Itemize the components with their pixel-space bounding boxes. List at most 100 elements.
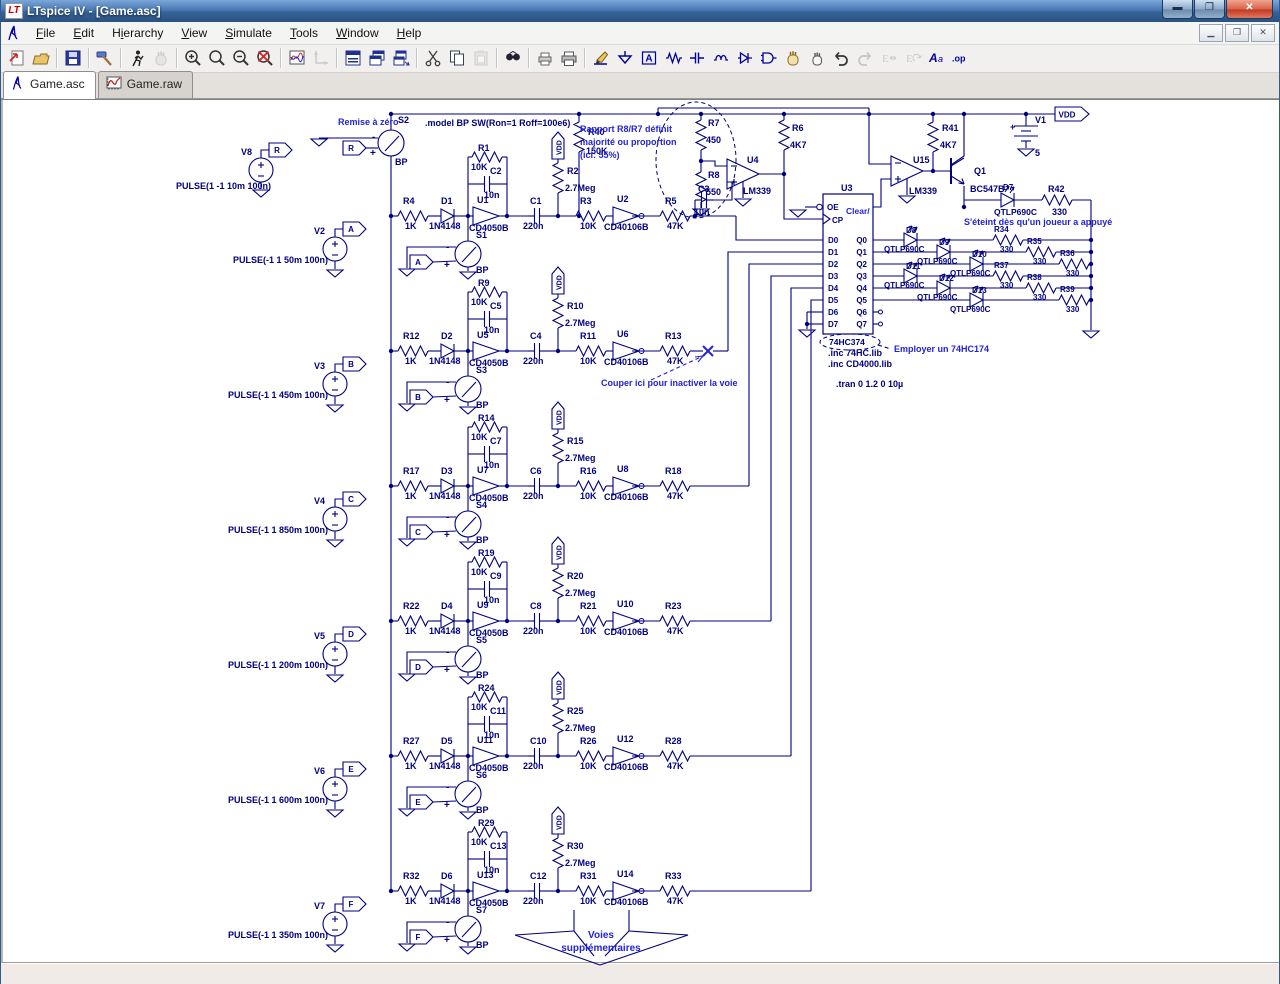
spice-directive-icon[interactable]: .op [949, 46, 973, 70]
sch-label: D3 [828, 272, 839, 281]
place-capacitor-icon[interactable] [685, 46, 709, 70]
child-close-button[interactable]: ✕ [1251, 23, 1275, 42]
app-window: LT LTspice IV - [Game.asc] ▬ ❐ ✕ File Edi… [0, 0, 1280, 984]
minimize-button[interactable]: ▬ [1162, 0, 1193, 19]
junction-dot [961, 111, 967, 116]
sch-label: 10K [580, 491, 597, 501]
sch-label: R35 [1027, 237, 1042, 246]
print-preview-icon[interactable] [533, 46, 557, 70]
port-label: E [348, 765, 354, 774]
sch-label: D11 [906, 262, 921, 271]
sch-wire [748, 263, 823, 486]
place-ground-icon[interactable] [613, 46, 637, 70]
svg-text:a: a [938, 54, 943, 64]
svg-text:E: E [906, 53, 913, 65]
menu-view[interactable]: View [172, 24, 216, 42]
title-bar[interactable]: LT LTspice IV - [Game.asc] ▬ ❐ ✕ [1, 0, 1279, 22]
sch-wire [822, 213, 831, 225]
sch-label: R20 [567, 571, 584, 581]
sch-label: 330 [1052, 207, 1067, 217]
sch-label: V4 [314, 496, 325, 506]
sch-label: R27 [403, 736, 420, 746]
move-icon[interactable] [781, 46, 805, 70]
zoom-out-icon[interactable] [229, 46, 253, 70]
sch-label: VDD [557, 545, 564, 560]
sch-label: 2.7Meg [565, 858, 596, 868]
sch-wire [770, 275, 823, 621]
sch-label: S5 [476, 635, 487, 645]
sch-label: CD40106B [604, 897, 649, 907]
place-component-icon[interactable] [757, 46, 781, 70]
place-label-icon[interactable]: A [637, 46, 661, 70]
sch-label: 330 [1000, 281, 1014, 290]
toolbar-separator [120, 48, 122, 69]
cascade-windows-icon[interactable] [365, 46, 389, 70]
place-resistor-icon[interactable] [661, 46, 685, 70]
toolbar-separator [584, 48, 586, 69]
tile-windows-icon[interactable] [341, 46, 365, 70]
port-flag [409, 929, 434, 945]
control-panel-icon[interactable] [93, 46, 117, 70]
sch-label: 10n [484, 325, 500, 335]
menu-file[interactable]: File [27, 24, 64, 42]
sch-label: R41 [942, 123, 959, 133]
sch-label: R25 [567, 706, 584, 716]
sch-label: R23 [665, 601, 682, 611]
run-simulation-icon[interactable] [125, 46, 149, 70]
port-flag [409, 254, 434, 270]
sch-wire [461, 786, 477, 803]
arrange-windows-icon[interactable] [389, 46, 413, 70]
maximize-button[interactable]: ❐ [1194, 0, 1225, 19]
sch-label: R19 [478, 548, 495, 558]
port-label: D [348, 630, 354, 639]
cut-icon[interactable] [421, 46, 445, 70]
sch-label: CD40106B [604, 357, 649, 367]
sch-label: R12 [403, 331, 420, 341]
close-button[interactable]: ✕ [1226, 0, 1273, 19]
save-icon[interactable] [61, 46, 85, 70]
copy-icon[interactable] [445, 46, 469, 70]
schematic-canvas[interactable]: R4 1K D1 1N4148 U1 CD4050B R1 10K C2 10n C1 220n VDD… [1, 98, 1279, 966]
open-pin [878, 309, 883, 315]
tab-game-raw[interactable]: Game.raw [97, 70, 194, 98]
sch-label: 1N4148 [429, 491, 461, 501]
menu-hierarchy[interactable]: Hierarchy [103, 24, 172, 42]
zoom-clear-icon[interactable] [253, 46, 277, 70]
place-diode-icon[interactable] [733, 46, 757, 70]
sch-label: 10K [580, 761, 597, 771]
open-file-icon[interactable] [29, 46, 53, 70]
undo-icon[interactable] [829, 46, 853, 70]
menu-edit[interactable]: Edit [64, 24, 103, 42]
draw-wire-icon[interactable] [589, 46, 613, 70]
zoom-full-icon[interactable] [205, 46, 229, 70]
menu-help[interactable]: Help [388, 24, 431, 42]
sch-label: CD40106B [604, 762, 649, 772]
place-inductor-icon[interactable] [709, 46, 733, 70]
sch-label: LM339 [909, 186, 937, 196]
sch-label: 47K [667, 626, 684, 636]
menu-tools[interactable]: Tools [281, 24, 327, 42]
child-minimize-button[interactable]: ▁ [1199, 23, 1223, 42]
sch-wire [735, 215, 823, 241]
tab-game-asc[interactable]: Game.asc [3, 70, 96, 99]
menu-simulate[interactable]: Simulate [216, 24, 281, 42]
resistor-symbol [575, 749, 607, 762]
sch-label: R34 [994, 225, 1009, 234]
sch-label: Q3 [856, 272, 867, 281]
sch-label: V5 [314, 631, 325, 641]
waveform-pane-icon[interactable] [285, 46, 309, 70]
new-schematic-icon[interactable] [5, 46, 29, 70]
find-icon[interactable] [501, 46, 525, 70]
sch-label: D2 [828, 260, 839, 269]
sch-label: 10n [484, 190, 500, 200]
menu-window[interactable]: Window [327, 24, 388, 42]
resistor-symbol [397, 884, 429, 897]
print-icon[interactable] [557, 46, 581, 70]
zoom-in-icon[interactable] [181, 46, 205, 70]
drag-icon[interactable] [805, 46, 829, 70]
sch-label: C12 [530, 871, 547, 881]
junction-dot [930, 111, 936, 116]
place-text-icon[interactable]: Aa [925, 46, 949, 70]
child-restore-button[interactable]: ❐ [1225, 23, 1249, 42]
sch-label: U3 [841, 183, 853, 193]
